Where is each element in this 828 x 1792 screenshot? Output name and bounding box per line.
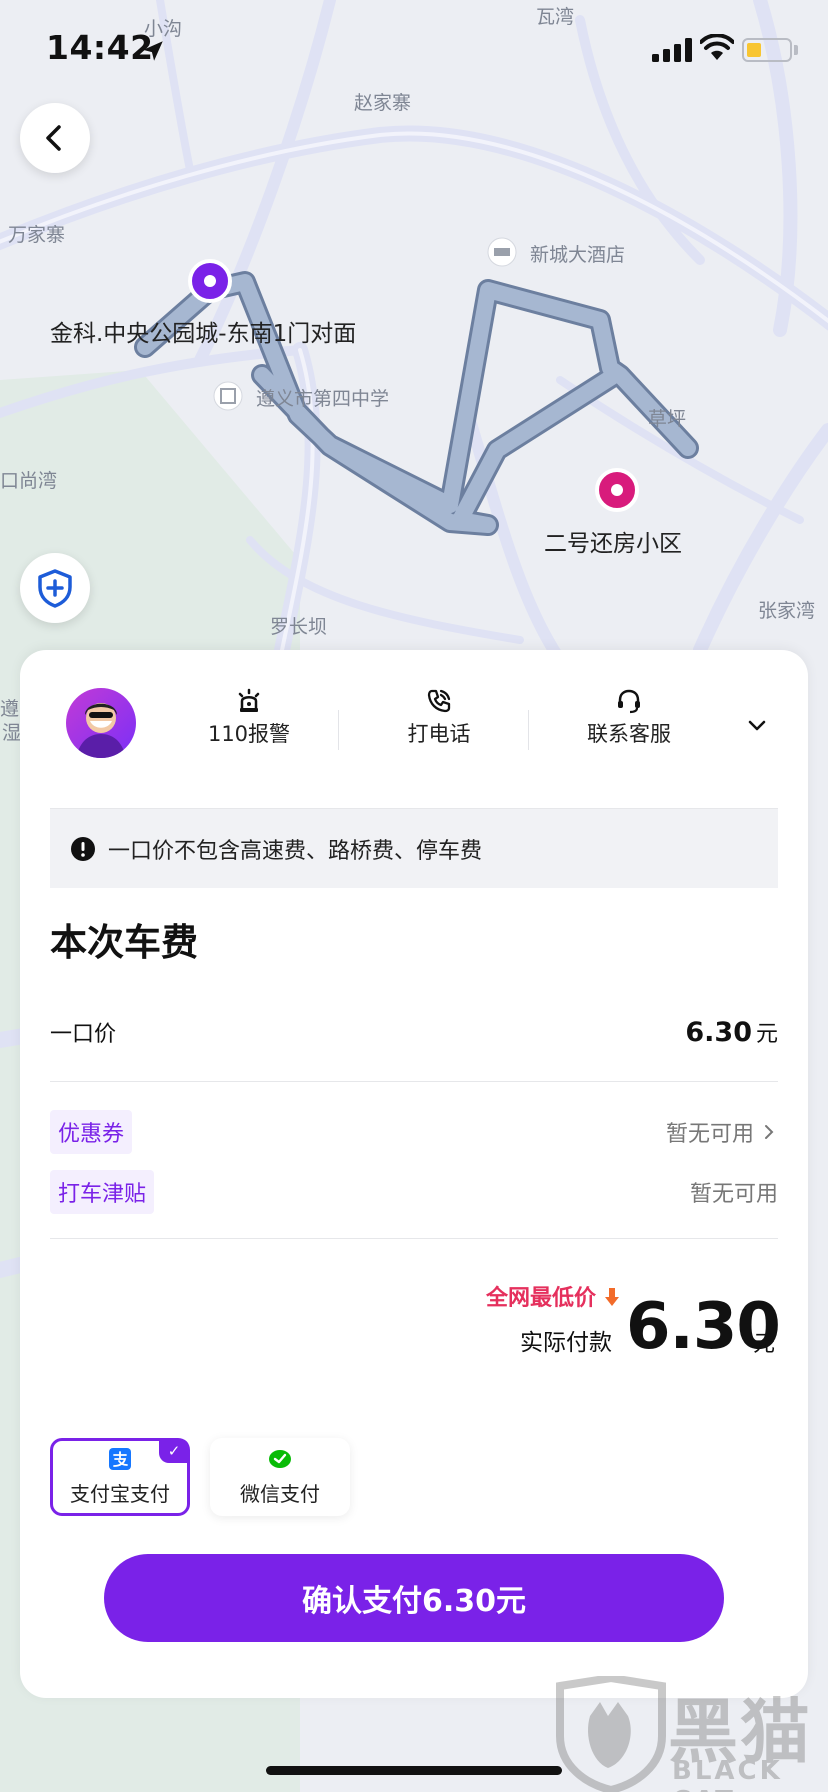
subsidy-row: 打车津贴 暂无可用 <box>50 1170 778 1214</box>
chevron-right-icon <box>765 1125 774 1139</box>
location-arrow-icon <box>143 41 163 61</box>
chevron-down-icon[interactable] <box>746 714 768 736</box>
wifi-icon <box>700 34 734 60</box>
confirm-payment-button[interactable]: 确认支付6.30元 <box>104 1554 724 1642</box>
battery-icon <box>742 38 792 62</box>
fixed-price-unit: 元 <box>755 1022 778 1047</box>
destination-label: 二号还房小区 <box>544 531 682 557</box>
map-label-caoping: 草坪 <box>648 408 687 430</box>
cat-shield-icon <box>556 1676 666 1792</box>
fixed-price-row: 一口价 6.30 元 <box>50 1016 778 1048</box>
safety-shield-button[interactable] <box>20 553 90 623</box>
back-button[interactable] <box>20 103 90 173</box>
fare-title: 本次车费 <box>50 921 198 964</box>
origin-label: 金科.中央公园城-东南1门对面 <box>50 321 357 347</box>
subsidy-status: 暂无可用 <box>689 1182 778 1207</box>
exclamation-icon <box>71 836 95 861</box>
lowest-price-badge: 全网最低价 <box>486 1280 620 1312</box>
subsidy-label: 打车津贴 <box>50 1170 155 1214</box>
divider <box>50 1238 778 1239</box>
alipay-icon <box>109 1448 131 1470</box>
payment-panel: 110报警 打电话 联系客服 一口价不包含高速费、路桥费、停车费 本次车费 一口… <box>20 650 808 1698</box>
home-indicator[interactable] <box>266 1766 562 1775</box>
wechat-pay-label: 微信支付 <box>240 1482 320 1506</box>
fee-notice-text: 一口价不包含高速费、路桥费、停车费 <box>108 838 483 864</box>
call-driver-button[interactable]: 打电话 <box>354 688 524 764</box>
shield-plus-icon <box>38 569 72 608</box>
wechat-pay-icon <box>269 1450 291 1468</box>
chevron-left-icon <box>46 125 61 151</box>
map-label-school: 遵义市第四中学 <box>256 388 390 410</box>
map-label-luochangba: 罗长坝 <box>270 616 328 638</box>
watermark-en: BLACK CAT <box>672 1756 783 1792</box>
map-label-zun: 遵 <box>0 698 20 720</box>
driver-avatar[interactable] <box>66 688 136 758</box>
watermark-logo: 黑猫 BLACK CAT <box>556 1676 826 1792</box>
coupon-status-text: 暂无可用 <box>665 1122 754 1147</box>
check-icon: ✓ <box>159 1439 189 1463</box>
alipay-option[interactable]: 支付宝支付 ✓ <box>50 1438 190 1516</box>
status-time: 14:42 <box>46 28 154 67</box>
wechat-pay-option[interactable]: 微信支付 <box>210 1438 350 1516</box>
map-label-shi: 湿 <box>2 722 22 744</box>
divider <box>528 710 529 750</box>
police-110-label: 110报警 <box>207 722 291 746</box>
map-label-xincheng-hotel: 新城大酒店 <box>530 244 626 266</box>
fixed-price-amount: 6.30 <box>685 1017 752 1048</box>
arrow-down-icon <box>604 1288 619 1306</box>
customer-service-label: 联系客服 <box>587 722 671 746</box>
headset-icon <box>618 689 640 714</box>
fixed-price-value: 6.30 元 <box>685 1016 778 1048</box>
coupon-status: 暂无可用 <box>666 1116 778 1148</box>
fee-notice: 一口价不包含高速费、路桥费、停车费 <box>50 808 778 888</box>
coupon-label: 优惠券 <box>50 1110 133 1154</box>
alarm-siren-icon <box>238 688 260 712</box>
cellular-signal-icon <box>652 38 692 62</box>
customer-service-button[interactable]: 联系客服 <box>544 688 714 764</box>
alipay-label: 支付宝支付 <box>70 1482 170 1506</box>
battery-tip <box>794 45 798 55</box>
call-driver-label: 打电话 <box>407 722 471 746</box>
map-label-koushangwan: 口尚湾 <box>0 470 58 492</box>
divider <box>338 710 339 750</box>
map-label-wanjiazhai: 万家寨 <box>8 224 66 246</box>
actual-payment-unit: 元 <box>753 1332 776 1357</box>
actual-payment-label: 实际付款 <box>520 1330 612 1356</box>
status-bar: 14:42 <box>0 0 828 100</box>
fixed-price-label: 一口价 <box>50 1022 117 1047</box>
police-110-button[interactable]: 110报警 <box>164 688 334 764</box>
map-label-zhangjiawan: 张家湾 <box>758 600 816 622</box>
divider <box>50 1081 778 1082</box>
lowest-price-text: 全网最低价 <box>486 1286 597 1311</box>
phone-icon <box>427 689 451 713</box>
coupon-row[interactable]: 优惠券 暂无可用 <box>50 1110 778 1154</box>
